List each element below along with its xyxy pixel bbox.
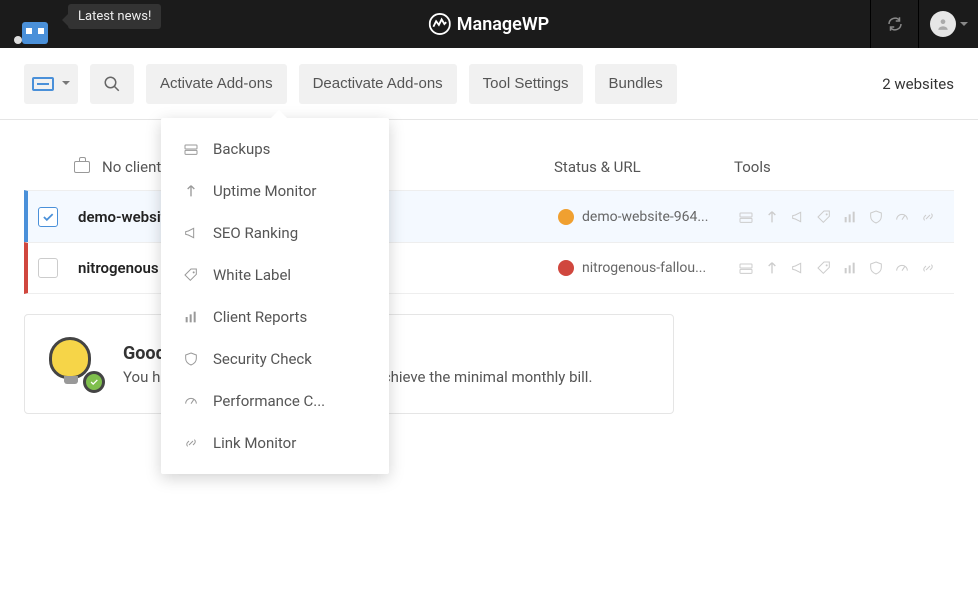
dropdown-item-shield[interactable]: Security Check xyxy=(161,338,389,380)
drive-icon[interactable] xyxy=(738,260,754,276)
avatar-icon xyxy=(930,11,956,37)
gauge-icon[interactable] xyxy=(894,260,910,276)
gauge-icon xyxy=(183,393,199,409)
dropdown-item-link[interactable]: Link Monitor xyxy=(161,422,389,464)
brand-logo[interactable]: ManageWP xyxy=(429,13,549,35)
dropdown-item-label: Uptime Monitor xyxy=(213,182,317,200)
dropdown-item-horn[interactable]: SEO Ranking xyxy=(161,212,389,254)
drive-icon xyxy=(183,141,199,157)
dropdown-item-gauge[interactable]: Performance C... xyxy=(161,380,389,422)
horn-icon[interactable] xyxy=(790,260,806,276)
shield-icon[interactable] xyxy=(868,260,884,276)
news-bubble[interactable]: Latest news! xyxy=(68,4,161,29)
site-url[interactable]: demo-website-964... xyxy=(558,209,738,225)
tool-icons xyxy=(738,260,954,276)
content-area: No client Status & URL Tools demo-websit… xyxy=(0,120,978,414)
link-icon[interactable] xyxy=(920,209,936,225)
website-count: 2 websites xyxy=(882,75,954,93)
chart-icon[interactable] xyxy=(842,209,858,225)
chevron-down-icon xyxy=(62,81,70,89)
top-bar: Latest news! ManageWP xyxy=(0,0,978,48)
activate-addons-dropdown: Backups Uptime Monitor SEO Ranking White La… xyxy=(161,118,389,474)
dropdown-item-label: Security Check xyxy=(213,350,312,368)
gauge-icon[interactable] xyxy=(894,209,910,225)
shield-icon xyxy=(183,351,199,367)
tool-settings-button[interactable]: Tool Settings xyxy=(469,64,583,104)
search-icon xyxy=(103,75,121,93)
tag-icon[interactable] xyxy=(816,209,832,225)
mascot-icon xyxy=(8,10,63,50)
deactivate-addons-button[interactable]: Deactivate Add-ons xyxy=(299,64,457,104)
dropdown-item-label: White Label xyxy=(213,266,291,284)
row-checkbox[interactable] xyxy=(38,207,58,227)
toolbar: Activate Add-ons Deactivate Add-ons Tool… xyxy=(0,48,978,120)
up-icon[interactable] xyxy=(764,209,780,225)
chevron-down-icon xyxy=(960,22,968,30)
dropdown-item-up[interactable]: Uptime Monitor xyxy=(161,170,389,212)
filter-icon xyxy=(32,77,54,91)
link-icon[interactable] xyxy=(920,260,936,276)
search-button[interactable] xyxy=(90,64,134,104)
refresh-button[interactable] xyxy=(870,0,918,48)
dropdown-item-label: Performance C... xyxy=(213,392,325,410)
dropdown-item-chart[interactable]: Client Reports xyxy=(161,296,389,338)
chart-icon xyxy=(183,309,199,325)
up-icon[interactable] xyxy=(764,260,780,276)
drive-icon[interactable] xyxy=(738,209,754,225)
column-client-label: No client xyxy=(102,158,161,176)
up-icon xyxy=(183,183,199,199)
tool-icons xyxy=(738,209,954,225)
lightbulb-icon xyxy=(49,337,99,391)
site-url[interactable]: nitrogenous-fallou... xyxy=(558,260,738,276)
dropdown-item-label: Backups xyxy=(213,140,270,158)
globe-icon xyxy=(558,260,574,276)
top-right-controls xyxy=(870,0,978,48)
link-icon xyxy=(183,435,199,451)
activate-addons-button[interactable]: Activate Add-ons xyxy=(146,64,287,104)
column-status[interactable]: Status & URL xyxy=(554,158,734,176)
horn-icon[interactable] xyxy=(790,209,806,225)
dropdown-item-label: Link Monitor xyxy=(213,434,296,452)
chart-icon[interactable] xyxy=(842,260,858,276)
bundles-button[interactable]: Bundles xyxy=(595,64,677,104)
column-tools[interactable]: Tools xyxy=(734,158,954,176)
brand-text: ManageWP xyxy=(457,14,549,35)
dropdown-item-label: Client Reports xyxy=(213,308,307,326)
dropdown-item-tag[interactable]: White Label xyxy=(161,254,389,296)
dropdown-item-drive[interactable]: Backups xyxy=(161,128,389,170)
globe-icon xyxy=(558,209,574,225)
shield-icon[interactable] xyxy=(868,209,884,225)
filter-button[interactable] xyxy=(24,64,78,104)
refresh-icon xyxy=(886,15,904,33)
briefcase-icon xyxy=(74,161,90,173)
row-checkbox[interactable] xyxy=(38,258,58,278)
brand-icon xyxy=(429,13,451,35)
user-menu[interactable] xyxy=(918,0,978,48)
horn-icon xyxy=(183,225,199,241)
tag-icon[interactable] xyxy=(816,260,832,276)
tag-icon xyxy=(183,267,199,283)
dropdown-item-label: SEO Ranking xyxy=(213,224,298,242)
